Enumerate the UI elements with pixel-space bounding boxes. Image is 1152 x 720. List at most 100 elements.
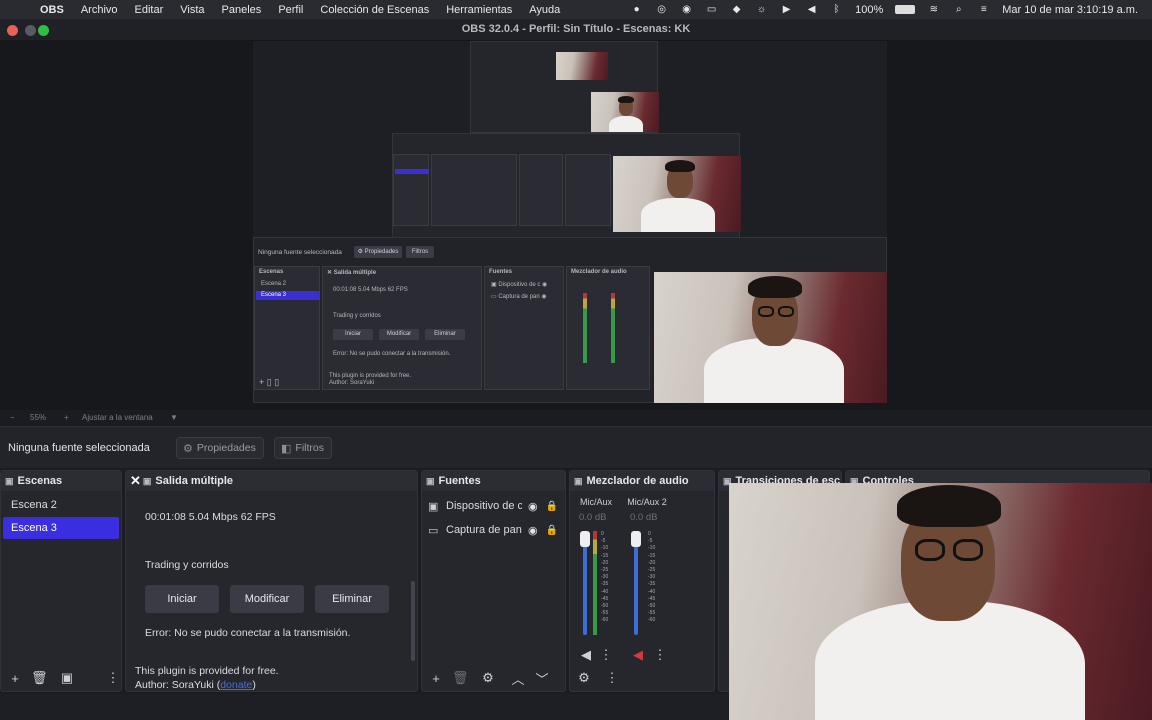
no-source-label: Ninguna fuente seleccionada <box>8 442 150 454</box>
error-message: Error: No se pudo conectar a la transmis… <box>145 627 351 639</box>
menu-archivo[interactable]: Archivo <box>81 4 118 16</box>
menu-perfil[interactable]: Perfil <box>278 4 303 16</box>
menu-ayuda[interactable]: Ayuda <box>529 4 560 16</box>
zoom-level[interactable]: 55% <box>30 413 46 422</box>
multi-scrollbar[interactable] <box>411 581 415 661</box>
add-scene-icon[interactable]: + <box>7 671 23 686</box>
channel-1-fader-knob[interactable] <box>580 531 590 547</box>
share-icon[interactable]: ◉ <box>680 4 693 16</box>
sources-title-label: Fuentes <box>438 475 481 487</box>
scenes-dock-title[interactable]: ▣ Escenas <box>1 471 121 491</box>
properties-button[interactable]: ⚙ Propiedades <box>176 437 264 459</box>
status-bar <box>0 694 729 720</box>
control-center-icon[interactable]: ≡ <box>977 4 990 16</box>
source-item-camera[interactable]: ▣ Dispositivo de c ◉ 🔒 <box>428 495 559 517</box>
scene-filters-icon[interactable]: ▣ <box>59 670 75 686</box>
lock-icon[interactable]: 🔒 <box>546 525 558 536</box>
nested-camera-xs <box>556 52 608 80</box>
source-item-screen[interactable]: ▭ Captura de pan ◉ 🔒 <box>428 519 559 541</box>
nested-sources-dock <box>519 154 563 226</box>
nested-heading: Trading y corridos <box>333 313 381 319</box>
channel-2-fader-knob[interactable] <box>631 531 641 547</box>
window-icon[interactable]: ▭ <box>705 4 718 16</box>
bluetooth-icon[interactable]: ᛒ <box>830 4 843 16</box>
modify-button[interactable]: Modificar <box>230 585 304 613</box>
scene-item-2[interactable]: Escena 2 <box>3 494 119 516</box>
dock-float-icon[interactable]: ▣ <box>426 476 435 487</box>
menu-editar[interactable]: Editar <box>135 4 164 16</box>
filters-button[interactable]: ◧ Filtros <box>274 437 332 459</box>
mixer-settings-icon[interactable]: ⚙ <box>576 670 592 686</box>
nested-mixer-dock <box>565 154 611 226</box>
fit-dropdown-icon[interactable]: ▼ <box>170 413 178 422</box>
mixer-more-icon[interactable]: ⋮ <box>604 670 620 686</box>
remove-scene-icon[interactable]: 🗑 <box>31 670 48 686</box>
visibility-eye-icon[interactable]: ◉ <box>528 500 538 513</box>
wifi-icon[interactable]: ≋ <box>927 4 940 16</box>
fit-window-label[interactable]: Ajustar a la ventana <box>82 413 153 422</box>
mixer-title-label: Mezclador de audio <box>586 475 689 487</box>
filter-icon: ◧ <box>281 442 292 455</box>
multi-title-label: Salida múltiple <box>155 475 234 487</box>
person-glasses-right <box>953 539 983 561</box>
zoom-in-icon[interactable]: + <box>64 413 69 422</box>
sources-dock: ▣ Fuentes ▣ Dispositivo de c ◉ 🔒 ▭ Captu… <box>421 470 566 692</box>
globe-icon[interactable]: ◎ <box>655 4 668 16</box>
menu-app-name[interactable]: OBS <box>40 4 64 16</box>
recording-icon[interactable]: ● <box>630 4 643 16</box>
move-up-icon[interactable]: ︿ <box>510 669 526 688</box>
mixer-dock-title[interactable]: ▣ Mezclador de audio <box>570 471 714 491</box>
preview-area[interactable]: Ninguna fuente seleccionada ⚙ Propiedade… <box>0 41 1152 410</box>
channel-2-more-icon[interactable]: ⋮ <box>652 647 668 663</box>
spotlight-search-icon[interactable]: ⌕ <box>952 4 965 16</box>
sources-dock-title[interactable]: ▣ Fuentes <box>422 471 565 491</box>
mixer-channel-1: Mic/Aux 0.0 dB 0 -5 -10 -15 -20 -25 -30 -35 -40-… <box>575 495 617 645</box>
dock-float-icon[interactable]: ▣ <box>143 476 152 487</box>
nested-large-mixer-dock: Mezclador de audio <box>566 266 650 390</box>
channel-2-muted-icon[interactable]: ◀ <box>630 647 646 663</box>
channel-1-mute-icon[interactable]: ◀ <box>578 647 594 663</box>
clock[interactable]: Mar 10 de mar 3:10:19 a.m. <box>1002 4 1138 16</box>
window-title: OBS 32.0.4 - Perfil: Sin Título - Escena… <box>461 23 691 35</box>
brightness-icon[interactable]: ☼ <box>755 4 768 16</box>
menu-coleccion-escenas[interactable]: Colección de Escenas <box>320 4 429 16</box>
audio-mixer-dock: ▣ Mezclador de audio Mic/Aux 0.0 dB 0 -5-… <box>569 470 715 692</box>
donate-link[interactable]: donate <box>220 679 252 691</box>
scene-item-3[interactable]: Escena 3 <box>3 517 119 539</box>
start-button[interactable]: Iniciar <box>145 585 219 613</box>
dock-float-icon[interactable]: ▣ <box>574 476 583 487</box>
nested-plugin: This plugin is provided for free. <box>329 373 412 379</box>
bag-icon[interactable]: ◆ <box>730 4 743 16</box>
add-source-icon[interactable]: + <box>428 671 444 686</box>
channel-2-ticks: 0 -5 -10 -15 -20 -25 -30 -35 -40 -45 -50 -55 -60 <box>648 531 656 624</box>
visibility-eye-icon[interactable]: ◉ <box>528 524 538 537</box>
menu-paneles[interactable]: Paneles <box>222 4 262 16</box>
remove-source-icon[interactable]: 🗑 <box>452 670 469 686</box>
menu-vista[interactable]: Vista <box>180 4 204 16</box>
lock-icon[interactable]: 🔒 <box>546 501 558 512</box>
move-down-icon[interactable]: ﹀ <box>534 669 550 688</box>
author-line: Author: SoraYuki (donate) <box>135 679 256 691</box>
channel-1-ticks: 0 -5 -10 -15 -20 -25 -30 -35 -40 -45 -50 -55 -60 <box>601 531 609 624</box>
scene-more-icon[interactable]: ⋮ <box>105 670 121 686</box>
play-icon[interactable]: ▶ <box>780 4 793 16</box>
multi-output-title[interactable]: ✕ ▣ Salida múltiple <box>126 471 417 491</box>
stream-stats: 00:01:08 5.04 Mbps 62 FPS <box>145 511 276 523</box>
channel-1-more-icon[interactable]: ⋮ <box>598 647 614 663</box>
source-settings-icon[interactable]: ⚙ <box>480 670 496 686</box>
menu-herramientas[interactable]: Herramientas <box>446 4 512 16</box>
battery-icon[interactable] <box>895 5 916 14</box>
zoom-out-icon[interactable]: − <box>10 413 15 422</box>
program-preview[interactable]: Ninguna fuente seleccionada ⚙ Propiedade… <box>253 41 887 403</box>
delete-button[interactable]: Eliminar <box>315 585 389 613</box>
gear-icon: ⚙ <box>183 442 193 455</box>
close-dock-icon[interactable]: ✕ <box>130 473 141 489</box>
filters-label: Filtros <box>295 442 324 454</box>
nested-camera-l <box>654 272 887 403</box>
dock-float-icon[interactable]: ▣ <box>5 476 14 487</box>
nested-scene-2-label: Escena 2 <box>261 281 287 287</box>
volume-icon[interactable]: ◀ <box>805 4 818 16</box>
plugin-notice: This plugin is provided for free. <box>135 665 279 677</box>
nested-scene-3-label: Escena 3 <box>261 292 287 298</box>
scenes-title-label: Escenas <box>17 475 63 487</box>
